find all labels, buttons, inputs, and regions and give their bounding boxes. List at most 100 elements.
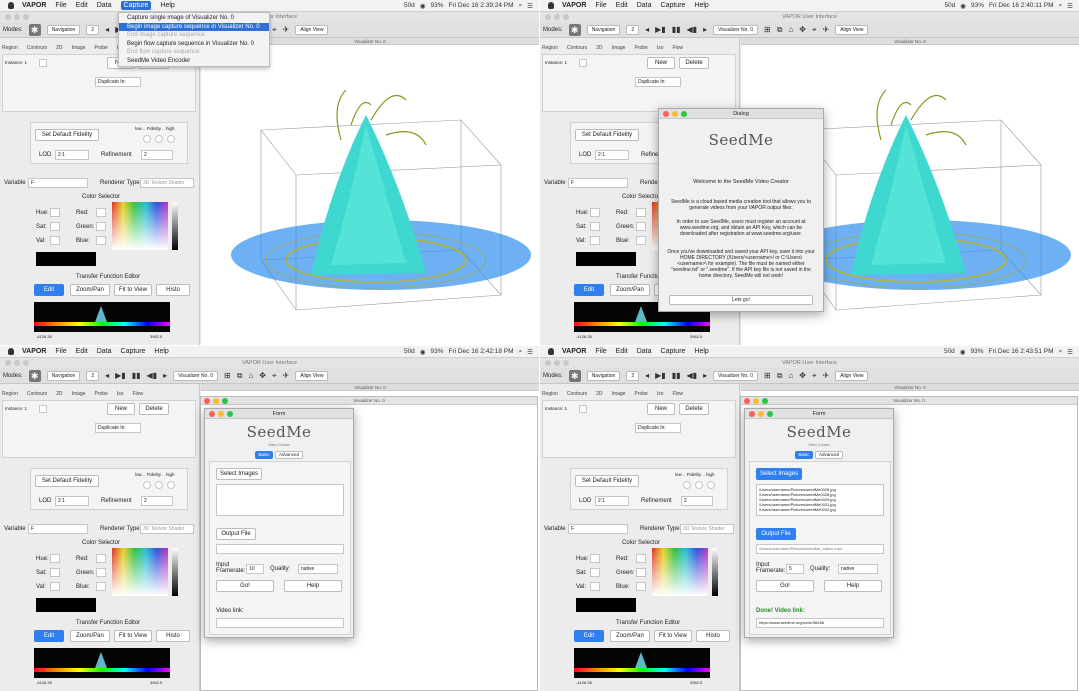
rewind-icon[interactable]: ◀▮ (147, 371, 158, 380)
copy-icon[interactable]: ⧉ (777, 25, 783, 35)
edit-button[interactable]: Edit (574, 630, 604, 642)
video-link-field[interactable] (216, 618, 344, 628)
opacity-peak[interactable] (95, 306, 108, 322)
tab-region[interactable]: Region (542, 45, 558, 51)
traffic-light-icon[interactable] (767, 411, 773, 417)
zoom-icon[interactable]: ⌖ (272, 371, 277, 381)
apple-icon[interactable] (548, 2, 554, 9)
fidelity-radio[interactable] (683, 481, 691, 489)
step-back-icon[interactable]: ◂ (105, 25, 109, 34)
mode-select[interactable]: Navigation (46, 370, 81, 381)
traffic-light-icon[interactable] (681, 111, 687, 117)
duplicate-select[interactable]: Duplicate In: (95, 423, 141, 433)
traffic-light-icon[interactable] (227, 411, 233, 417)
tab-probe[interactable]: Probe (94, 45, 107, 51)
output-file-field[interactable]: /Users/username/Pictures/seedMe_native.m… (756, 544, 884, 554)
menu-data[interactable]: Data (97, 348, 112, 355)
video-link-field[interactable]: https://www.seedme.org/node/38286 (756, 618, 884, 628)
traffic-light-icon[interactable] (762, 398, 768, 404)
dialog-controls[interactable] (663, 111, 687, 117)
instance-checkbox[interactable] (39, 405, 47, 413)
blue-field[interactable] (96, 236, 106, 245)
menu-data[interactable]: Data (97, 2, 112, 9)
blue-field[interactable] (636, 236, 646, 245)
renderer-type-select[interactable]: 3D Texture Shader (680, 524, 734, 534)
window-controls[interactable] (5, 360, 29, 366)
refinement-select[interactable]: 2 (681, 496, 713, 506)
form-controls[interactable] (209, 411, 233, 417)
tab-contours[interactable]: Contours (567, 45, 587, 51)
fidelity-radio[interactable] (155, 135, 163, 143)
gear-icon[interactable]: ✱ (568, 23, 581, 36)
variable-select[interactable]: F (568, 524, 628, 534)
fly-icon[interactable]: ✈ (823, 371, 830, 380)
traffic-light-icon[interactable] (554, 360, 560, 366)
menu-edit[interactable]: Edit (616, 2, 628, 9)
red-field[interactable] (96, 208, 106, 217)
help-button[interactable]: Help (824, 580, 882, 592)
step-forward-icon[interactable]: ▸ (703, 25, 707, 34)
move-icon[interactable]: ✥ (799, 25, 806, 34)
tab-contours[interactable]: Contours (27, 391, 47, 397)
end-image-capture-item[interactable]: End image capture sequence (119, 31, 269, 40)
output-file-button[interactable]: Output File (216, 528, 256, 540)
rewind-icon[interactable]: ◀▮ (687, 25, 698, 34)
hue-field[interactable] (50, 554, 60, 563)
search-icon[interactable]: ⌕ (519, 348, 523, 356)
menu-file[interactable]: File (595, 348, 606, 355)
green-field[interactable] (96, 568, 106, 577)
new-button[interactable]: New (107, 403, 135, 415)
tab-image[interactable]: Image (72, 391, 86, 397)
variable-select[interactable]: F (28, 524, 88, 534)
copy-icon[interactable]: ⧉ (777, 371, 783, 381)
renderer-type-select[interactable]: 3D Texture Shader (140, 524, 194, 534)
align-view-select[interactable]: Align View (295, 370, 329, 381)
traffic-light-icon[interactable] (204, 398, 210, 404)
traffic-light-icon[interactable] (209, 411, 215, 417)
search-icon[interactable]: ⌕ (1059, 348, 1063, 356)
value-slider[interactable] (172, 548, 178, 596)
menu-capture[interactable]: Capture (661, 348, 686, 355)
histo-button[interactable]: Histo (696, 630, 730, 642)
zoom-pan-button[interactable]: Zoom/Pan (70, 630, 110, 642)
menu-capture[interactable]: Capture (661, 2, 686, 9)
app-menu[interactable]: VAPOR (562, 348, 586, 355)
tab-basic[interactable]: Basic (795, 451, 813, 459)
tab-iso[interactable]: Iso (657, 391, 664, 397)
sat-field[interactable] (590, 222, 600, 231)
copy-icon[interactable]: ⧉ (237, 371, 243, 381)
tab-flow[interactable]: Flow (672, 391, 683, 397)
traffic-light-icon[interactable] (563, 14, 569, 20)
menu-file[interactable]: File (595, 2, 606, 9)
form-controls[interactable] (749, 411, 773, 417)
fidelity-radio[interactable] (155, 481, 163, 489)
tab-region[interactable]: Region (2, 45, 18, 51)
pause-icon[interactable]: ▮▮ (672, 371, 681, 380)
tab-iso[interactable]: Iso (657, 45, 664, 51)
menu-help[interactable]: Help (694, 2, 708, 9)
tab-2d[interactable]: 2D (56, 45, 62, 51)
help-button[interactable]: Help (284, 580, 342, 592)
step-back-icon[interactable]: ◂ (645, 25, 649, 34)
fly-icon[interactable]: ✈ (283, 25, 290, 34)
traffic-light-icon[interactable] (5, 14, 11, 20)
images-list[interactable]: /Users/username/Pictures/seedMe0026.jpg /… (756, 484, 884, 516)
tab-advanced[interactable]: Advanced (275, 451, 303, 459)
zoom-icon[interactable]: ⌖ (812, 371, 817, 381)
tab-flow[interactable]: Flow (672, 45, 683, 51)
tab-image[interactable]: Image (612, 391, 626, 397)
fidelity-radio[interactable] (695, 481, 703, 489)
tab-2d[interactable]: 2D (56, 391, 62, 397)
play-icon[interactable]: ▶▮ (115, 371, 126, 380)
select-images-button[interactable]: Select Images (756, 468, 802, 480)
grid-icon[interactable]: ⊞ (764, 371, 771, 380)
variable-select[interactable]: F (568, 178, 628, 188)
green-field[interactable] (96, 222, 106, 231)
traffic-light-icon[interactable] (753, 398, 759, 404)
zoom-pan-button[interactable]: Zoom/Pan (70, 284, 110, 296)
zoom-icon[interactable]: ⌖ (272, 25, 277, 35)
menu-capture[interactable]: Capture (120, 1, 152, 10)
menu-capture[interactable]: Capture (121, 348, 146, 355)
step-forward-icon[interactable]: ▸ (163, 371, 167, 380)
fidelity-radio[interactable] (143, 135, 151, 143)
